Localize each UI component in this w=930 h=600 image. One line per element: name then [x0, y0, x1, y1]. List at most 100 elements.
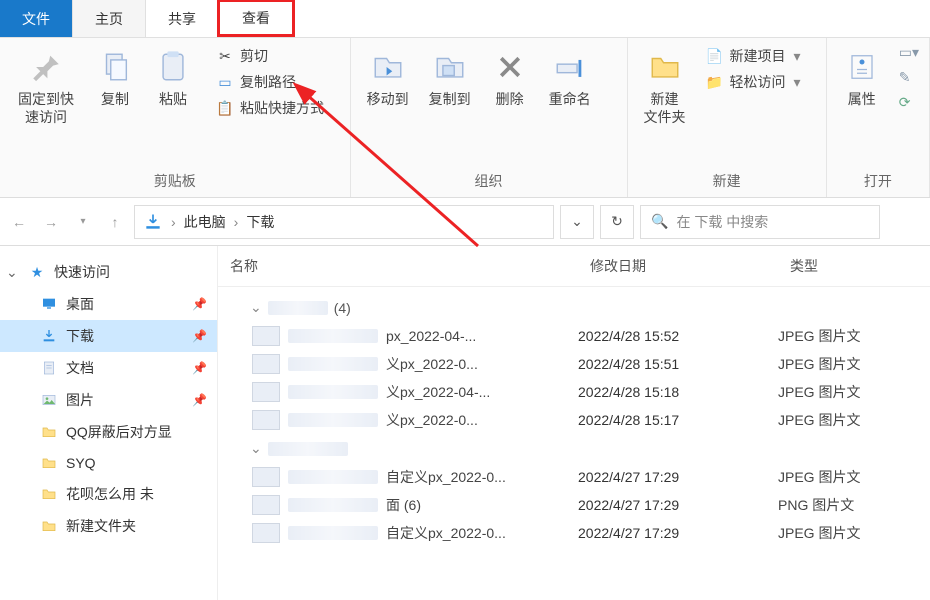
file-date: 2022/4/28 15:51	[578, 356, 778, 372]
folder-icon	[40, 517, 58, 535]
table-row[interactable]: 义px_2022-04-...2022/4/28 15:18JPEG 图片文	[218, 378, 930, 406]
document-icon	[40, 359, 58, 377]
desktop-icon	[40, 295, 58, 313]
tab-view[interactable]: 查看	[217, 0, 295, 37]
sidebar-item-图片[interactable]: 图片 📌	[0, 384, 217, 416]
filename-redacted	[288, 470, 378, 484]
file-thumbnail	[252, 326, 280, 346]
easy-access-label: 轻松访问	[730, 72, 786, 92]
chevron-down-icon: ▾	[794, 74, 801, 91]
paste-shortcut-button[interactable]: 📋 粘贴快捷方式	[210, 96, 330, 120]
copy-label: 复制	[101, 90, 129, 108]
sidebar-item-label: 桌面	[66, 294, 184, 314]
sidebar-item-label: 文档	[66, 358, 184, 378]
table-row[interactable]: 义px_2022-0...2022/4/28 15:17JPEG 图片文	[218, 406, 930, 434]
table-row[interactable]: 自定义px_2022-0...2022/4/27 17:29JPEG 图片文	[218, 519, 930, 547]
table-row[interactable]: 自定义px_2022-0...2022/4/27 17:29JPEG 图片文	[218, 463, 930, 491]
file-date: 2022/4/28 15:18	[578, 384, 778, 400]
tab-file[interactable]: 文件	[0, 0, 72, 37]
properties-label: 属性	[848, 90, 876, 108]
sidebar-item-桌面[interactable]: 桌面📌	[0, 288, 217, 320]
picture-icon	[40, 391, 58, 409]
sidebar-item-文档[interactable]: 文档📌	[0, 352, 217, 384]
column-name[interactable]: 名称	[218, 246, 578, 286]
file-type: JPEG 图片文	[778, 382, 930, 402]
file-group-header[interactable]: ⌄ (4)	[218, 293, 930, 322]
file-group-header[interactable]: ⌄	[218, 434, 930, 463]
new-group-label: 新建	[638, 167, 816, 191]
chevron-down-icon: ⌄	[250, 299, 262, 316]
copy-button[interactable]: 复制	[90, 44, 140, 112]
file-name: 面 (6)	[386, 495, 421, 515]
table-row[interactable]: 义px_2022-0...2022/4/28 15:51JPEG 图片文	[218, 350, 930, 378]
nav-recent-dropdown[interactable]: ▾	[70, 209, 96, 235]
file-thumbnail	[252, 495, 280, 515]
cut-label: 剪切	[240, 46, 268, 66]
group-name-redacted	[268, 301, 328, 315]
file-thumbnail	[252, 467, 280, 487]
filename-redacted	[288, 329, 378, 343]
rename-button[interactable]: 重命名	[543, 44, 597, 112]
sidebar-quick-access[interactable]: ⌄ ★ 快速访问	[0, 256, 217, 288]
pin-label: 固定到快速访问	[16, 90, 76, 126]
group-count: (4)	[334, 300, 351, 316]
chevron-down-icon: ⌄	[250, 440, 262, 457]
sidebar-item-花呗怎么用 未[interactable]: 花呗怎么用 未	[0, 478, 217, 510]
nav-up-button[interactable]: ↑	[102, 209, 128, 235]
tab-home[interactable]: 主页	[72, 0, 146, 37]
ribbon-tabs: 文件 主页 共享 查看	[0, 0, 930, 38]
cut-button[interactable]: ✂ 剪切	[210, 44, 330, 68]
search-input[interactable]: 🔍 在 下载 中搜索	[640, 205, 880, 239]
sidebar-item-label: 图片	[66, 390, 184, 410]
new-item-button[interactable]: 📄 新建项目 ▾	[700, 44, 807, 68]
sidebar-item-新建文件夹[interactable]: 新建文件夹	[0, 510, 217, 542]
breadcrumb[interactable]: › 此电脑 › 下载	[134, 205, 554, 239]
pin-to-quick-access-button[interactable]: 固定到快速访问	[10, 44, 82, 130]
file-name: 自定义px_2022-0...	[386, 467, 506, 487]
table-row[interactable]: px_2022-04-...2022/4/28 15:52JPEG 图片文	[218, 322, 930, 350]
edit-icon[interactable]: ✎	[899, 69, 919, 86]
nav-forward-button[interactable]: →	[38, 209, 64, 235]
address-bar-row: ← → ▾ ↑ › 此电脑 › 下载 ⌄ ↻ 🔍 在 下载 中搜索	[0, 198, 930, 246]
history-icon[interactable]: ⟳	[899, 94, 919, 111]
nav-back-button[interactable]: ←	[6, 209, 32, 235]
move-to-button[interactable]: 移动到	[361, 44, 415, 112]
path-icon: ▭	[216, 73, 234, 91]
paste-button[interactable]: 粘贴	[148, 44, 198, 112]
sidebar: ⌄ ★ 快速访问 桌面📌下载📌文档📌 图片 📌 QQ屏蔽后对方显SYQ 花呗怎么用 未新…	[0, 246, 218, 600]
easy-access-button[interactable]: 📁 轻松访问 ▾	[700, 70, 807, 94]
ribbon-group-clipboard: 固定到快速访问 复制 粘贴 ✂ 剪切 ▭	[0, 38, 351, 197]
new-folder-button[interactable]: 新建 文件夹	[638, 44, 692, 130]
table-row[interactable]: 面 (6)2022/4/27 17:29PNG 图片文	[218, 491, 930, 519]
open-dropdown-icon[interactable]: ▭▾	[899, 44, 919, 61]
copy-to-button[interactable]: 复制到	[423, 44, 477, 112]
delete-label: 删除	[496, 90, 524, 108]
column-type[interactable]: 类型	[778, 246, 930, 286]
properties-button[interactable]: 属性	[837, 44, 887, 112]
file-list: 名称 修改日期 类型 ⌄ (4) px_2022-04-...2022/4/28…	[218, 246, 930, 600]
file-type: PNG 图片文	[778, 495, 930, 515]
file-thumbnail	[252, 410, 280, 430]
download-folder-icon	[143, 212, 163, 232]
download-icon	[40, 327, 58, 345]
sidebar-item-label: 新建文件夹	[66, 516, 207, 536]
tab-share[interactable]: 共享	[146, 0, 218, 37]
column-date[interactable]: 修改日期	[578, 246, 778, 286]
sidebar-item-SYQ[interactable]: SYQ	[0, 448, 217, 478]
refresh-button[interactable]: ↻	[600, 205, 634, 239]
sidebar-item-下载[interactable]: 下载📌	[0, 320, 217, 352]
sidebar-item-label: 花呗怎么用 未	[66, 484, 207, 504]
pin-icon: 📌	[192, 393, 207, 407]
breadcrumb-root[interactable]: 此电脑	[184, 212, 226, 232]
file-thumbnail	[252, 382, 280, 402]
pin-icon	[27, 48, 65, 86]
folder-icon	[40, 423, 58, 441]
breadcrumb-current[interactable]: 下载	[246, 212, 274, 232]
file-name: 自定义px_2022-0...	[386, 523, 506, 543]
group-name-redacted	[268, 442, 348, 456]
breadcrumb-dropdown-button[interactable]: ⌄	[560, 205, 594, 239]
filename-redacted	[288, 526, 378, 540]
copy-path-button[interactable]: ▭ 复制路径	[210, 70, 330, 94]
delete-button[interactable]: 删除	[485, 44, 535, 112]
sidebar-item-QQ屏蔽后对方显[interactable]: QQ屏蔽后对方显	[0, 416, 217, 448]
